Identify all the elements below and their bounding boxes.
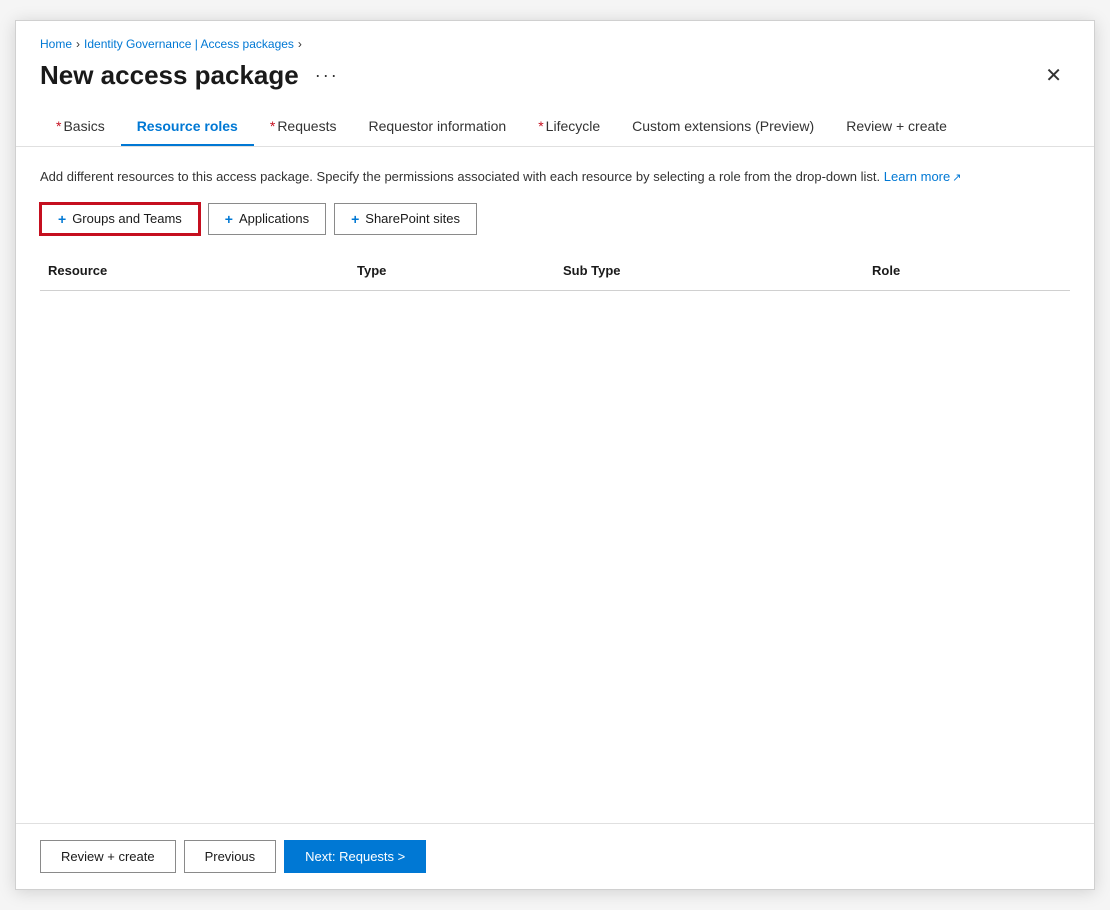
add-resource-buttons: + Groups and Teams + Applications + Shar… (40, 203, 1070, 235)
previous-button[interactable]: Previous (184, 840, 277, 873)
modal-container: Home › Identity Governance | Access pack… (15, 20, 1095, 890)
table-body (40, 291, 1070, 691)
add-applications-button[interactable]: + Applications (208, 203, 326, 235)
required-star-basics: * (56, 118, 61, 134)
description-text: Add different resources to this access p… (40, 167, 1070, 187)
breadcrumb-sep2: › (298, 37, 302, 51)
review-create-button[interactable]: Review + create (40, 840, 176, 873)
column-sub-type: Sub Type (555, 259, 864, 282)
breadcrumb-home[interactable]: Home (40, 37, 72, 51)
breadcrumb: Home › Identity Governance | Access pack… (40, 37, 1070, 51)
close-button[interactable]: ✕ (1037, 59, 1070, 92)
tab-basics[interactable]: *Basics (40, 108, 121, 146)
required-star-lifecycle: * (538, 118, 543, 134)
modal-footer: Review + create Previous Next: Requests … (16, 823, 1094, 889)
tab-requests[interactable]: *Requests (254, 108, 353, 146)
modal-header: Home › Identity Governance | Access pack… (16, 21, 1094, 108)
plus-icon-sharepoint: + (351, 211, 359, 227)
tab-lifecycle[interactable]: *Lifecycle (522, 108, 616, 146)
column-resource: Resource (40, 259, 349, 282)
tab-bar: *Basics Resource roles *Requests Request… (16, 108, 1094, 147)
plus-icon-groups: + (58, 211, 66, 227)
required-star-requests: * (270, 118, 275, 134)
add-groups-teams-button[interactable]: + Groups and Teams (40, 203, 200, 235)
tab-resource-roles[interactable]: Resource roles (121, 108, 254, 146)
tab-requestor-information[interactable]: Requestor information (352, 108, 522, 146)
page-title: New access package (40, 60, 299, 91)
title-row: New access package ··· ✕ (40, 59, 1070, 92)
breadcrumb-sep1: › (76, 37, 80, 51)
add-sharepoint-sites-button[interactable]: + SharePoint sites (334, 203, 477, 235)
next-requests-button[interactable]: Next: Requests > (284, 840, 426, 873)
plus-icon-applications: + (225, 211, 233, 227)
table-header: Resource Type Sub Type Role (40, 251, 1070, 291)
column-role: Role (864, 259, 1070, 282)
column-type: Type (349, 259, 555, 282)
breadcrumb-identity[interactable]: Identity Governance | Access packages (84, 37, 294, 51)
tab-custom-extensions[interactable]: Custom extensions (Preview) (616, 108, 830, 146)
learn-more-link[interactable]: Learn more↗ (884, 169, 962, 184)
ellipsis-button[interactable]: ··· (309, 63, 345, 88)
modal-body: Add different resources to this access p… (16, 147, 1094, 823)
external-link-icon: ↗ (952, 172, 961, 184)
tab-review-create[interactable]: Review + create (830, 108, 963, 146)
title-left: New access package ··· (40, 60, 345, 91)
